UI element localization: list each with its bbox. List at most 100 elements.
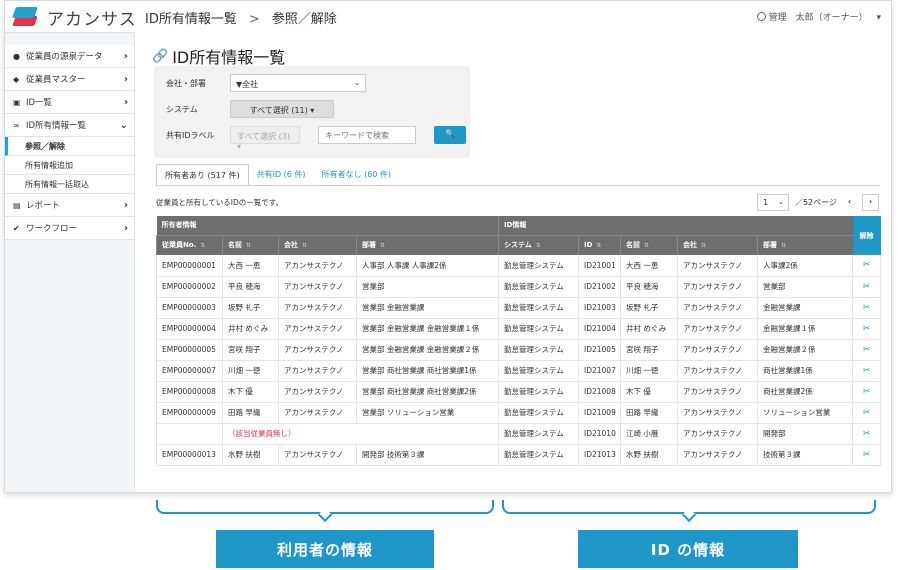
table-row: EMP00000009 田路 早織 アカンサステクノ 営業部 ソリューション営業 勤怠管… bbox=[156, 402, 882, 424]
table-cell: 営業部 ソリューション営業 bbox=[356, 402, 499, 424]
tab-with-owner[interactable]: 所有者あり (517 件) bbox=[156, 164, 249, 186]
table-cell: ID21010 bbox=[578, 423, 621, 445]
group-header-owner: 所有者情報 bbox=[156, 216, 499, 236]
table-cell: 大西 一恵 bbox=[222, 255, 279, 277]
owner-info-label: 利用者の情報 bbox=[216, 530, 434, 568]
unlink-icon[interactable]: ✂ bbox=[852, 360, 882, 382]
sidebar-item-label: 従業員マスター bbox=[26, 75, 86, 85]
breadcrumb-separator: > bbox=[248, 12, 260, 27]
chevron-right-icon: › bbox=[123, 51, 128, 62]
sidebar-subitem-add-ownership[interactable]: 所有情報追加 bbox=[5, 156, 134, 175]
table-cell: アカンサステクノ bbox=[677, 381, 758, 403]
company-select-value: ▼全社 bbox=[236, 80, 259, 89]
next-page-button[interactable]: › bbox=[862, 194, 879, 211]
pagination: 1 ⌄ ／52ページ ‹ › bbox=[756, 194, 879, 211]
column-header[interactable]: 名前 ⇅ bbox=[620, 235, 678, 255]
sidebar-subitem-view-release[interactable]: 参照／解除 bbox=[5, 137, 134, 156]
breadcrumb-item-list[interactable]: ID所有情報一覧 bbox=[145, 12, 237, 27]
sidebar: ● 従業員の源泉データ › ◆ 従業員マスター › ▣ ID一覧 › ∞ ID所有情報一覧 ⌄ … bbox=[5, 33, 135, 492]
table-cell bbox=[156, 423, 223, 445]
chevron-down-icon: ▾ bbox=[876, 13, 881, 23]
table-cell: アカンサステクノ bbox=[278, 255, 357, 277]
sidebar-item-label: ワークフロー bbox=[26, 224, 78, 234]
logo-text: アカンサス bbox=[47, 9, 137, 30]
tab-shared-id[interactable]: 共有ID (6 件) bbox=[249, 164, 314, 186]
table-cell: 開発部 bbox=[756, 423, 853, 445]
table-cell: 営業部 金融営業課 金融営業課１係 bbox=[356, 318, 499, 340]
unlink-icon[interactable]: ✂ bbox=[852, 276, 882, 298]
column-header[interactable]: 名前 ⇅ bbox=[222, 235, 279, 255]
sort-icon: ⇅ bbox=[200, 242, 206, 250]
sidebar-item-workflow[interactable]: ✔ ワークフロー › bbox=[5, 217, 134, 240]
column-header[interactable]: 従業員No. ⇅ bbox=[156, 235, 223, 255]
unlink-icon[interactable]: ✂ bbox=[852, 381, 882, 403]
prev-page-button[interactable]: ‹ bbox=[841, 194, 858, 211]
sidebar-item-employee-master[interactable]: ◆ 従業員マスター › bbox=[5, 68, 134, 91]
shared-id-label: 共有IDラベル bbox=[166, 131, 215, 140]
table-cell: アカンサステクノ bbox=[677, 318, 758, 340]
sidebar-subitem-bulk-import[interactable]: 所有情報一括取込 bbox=[5, 175, 134, 194]
table-cell: EMP00000004 bbox=[156, 318, 223, 340]
table-cell: 勤怠管理システム bbox=[498, 423, 579, 445]
table-cell: アカンサステクノ bbox=[278, 276, 357, 298]
column-header-label: 従業員No. bbox=[162, 241, 197, 250]
column-header[interactable]: システム ⇅ bbox=[498, 235, 579, 255]
system-select-button[interactable]: すべて選択 (11) ▾ bbox=[230, 100, 334, 118]
column-header[interactable]: 会社 ⇅ bbox=[677, 235, 758, 255]
unlink-icon[interactable]: ✂ bbox=[852, 339, 882, 361]
table-row: （該当従業員無し） 勤怠管理システム ID21010 江崎 小雁 アカンサステクノ 開発部… bbox=[156, 423, 882, 445]
person-icon: ● bbox=[13, 51, 20, 61]
company-select[interactable]: ▼全社 ⌄ bbox=[230, 74, 366, 92]
table-row: EMP00000007 川畑 一徳 アカンサステクノ 営業部 商社営業課 商社営業課1… bbox=[156, 360, 882, 382]
table-cell: アカンサステクノ bbox=[677, 297, 758, 319]
unlink-icon[interactable]: ✂ bbox=[852, 423, 882, 445]
breadcrumb: ID所有情報一覧 > 参照／解除 bbox=[145, 8, 337, 27]
sort-icon: ⇅ bbox=[380, 242, 386, 250]
sort-icon: ⇅ bbox=[535, 242, 541, 250]
chevron-right-icon: › bbox=[123, 97, 128, 108]
search-button[interactable]: 🔍 bbox=[434, 126, 466, 144]
unlink-icon[interactable]: ✂ bbox=[852, 402, 882, 424]
column-header-label: 会社 bbox=[683, 241, 697, 250]
tab-no-owner[interactable]: 所有者なし (60 件) bbox=[314, 164, 400, 186]
table-cell: アカンサステクノ bbox=[278, 402, 357, 424]
page-total: ／52ページ bbox=[794, 198, 837, 207]
logo[interactable]: アカンサス bbox=[11, 4, 139, 30]
sidebar-item-id-ownership[interactable]: ∞ ID所有情報一覧 ⌄ bbox=[5, 114, 134, 137]
table-row: EMP00000008 木下 優アカンサステクノ 営業部 商社営業課 商社営業課2係… bbox=[156, 381, 882, 403]
sidebar-item-label: ID一覧 bbox=[26, 98, 53, 108]
table-cell: 平良 穂海 bbox=[620, 276, 678, 298]
table-cell: ID21013 bbox=[578, 444, 621, 466]
sort-icon: ⇅ bbox=[596, 242, 602, 250]
column-header[interactable]: ID ⇅ bbox=[578, 235, 621, 255]
system-label: システム bbox=[166, 105, 198, 114]
table-cell: 勤怠管理システム bbox=[498, 297, 579, 319]
table-cell: 井村 めぐみ bbox=[222, 318, 279, 340]
link-icon: 🔗 bbox=[152, 48, 169, 64]
sort-icon: ⇅ bbox=[701, 242, 707, 250]
sidebar-item-label: ID所有情報一覧 bbox=[26, 121, 87, 131]
table-cell: 勤怠管理システム bbox=[498, 402, 579, 424]
column-header[interactable]: 会社 ⇅ bbox=[278, 235, 357, 255]
column-header[interactable]: 部署 ⇅ bbox=[756, 235, 853, 255]
unlink-icon[interactable]: ✂ bbox=[852, 255, 882, 277]
table-cell: 金融営業課１係 bbox=[756, 318, 853, 340]
keyword-search-input[interactable] bbox=[318, 126, 416, 144]
table-cell: 営業部 商社営業課 商社営業課1係 bbox=[356, 360, 499, 382]
page-select[interactable]: 1 ⌄ bbox=[756, 194, 789, 211]
shared-id-select[interactable]: すべて選択 (3) ▾ bbox=[230, 126, 300, 151]
table-description: 従業員と所有しているIDの一覧です。 bbox=[156, 198, 284, 207]
unlink-icon[interactable]: ✂ bbox=[852, 297, 882, 319]
table-cell: 水野 扶樹 bbox=[620, 444, 678, 466]
sidebar-item-report[interactable]: ▤ レポート › bbox=[5, 194, 134, 217]
column-header[interactable]: 部署 ⇅ bbox=[356, 235, 499, 255]
user-menu[interactable]: 管理 太郎（オーナー） ▾ bbox=[756, 10, 881, 23]
unlink-icon[interactable]: ✂ bbox=[852, 444, 882, 466]
sidebar-item-id-list[interactable]: ▣ ID一覧 › bbox=[5, 91, 134, 114]
column-header-label: 部署 bbox=[362, 241, 376, 250]
sort-icon: ⇅ bbox=[302, 242, 308, 250]
column-header-label: ID bbox=[584, 241, 593, 250]
sidebar-item-source-data[interactable]: ● 従業員の源泉データ › bbox=[5, 45, 134, 68]
table-cell: 商社営業課1係 bbox=[756, 360, 853, 382]
unlink-icon[interactable]: ✂ bbox=[852, 318, 882, 340]
